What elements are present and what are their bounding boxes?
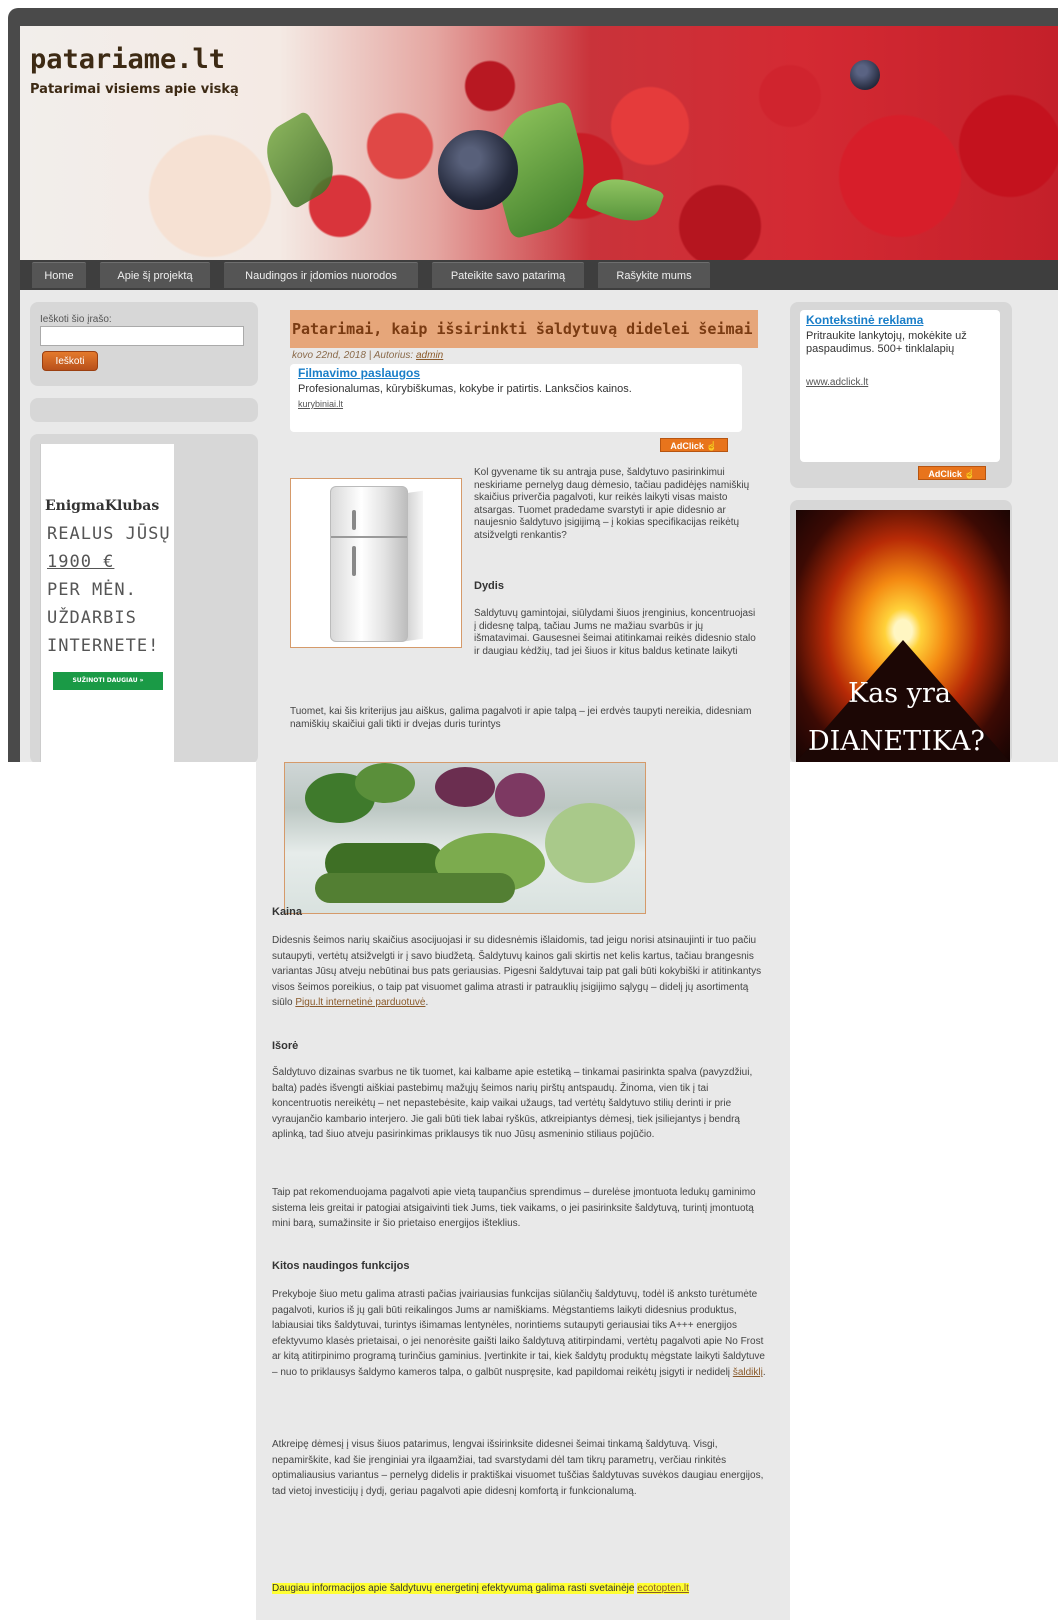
- ad-film-title[interactable]: Filmavimo paslaugos: [298, 366, 420, 380]
- ad-kontekst-url[interactable]: www.adclick.lt: [806, 377, 868, 388]
- saldiklis-link[interactable]: šaldiklį: [733, 1367, 763, 1378]
- heading-kaina: Kaina: [272, 906, 302, 918]
- nav-item-about[interactable]: Apie šį projektą: [100, 262, 210, 288]
- pigu-link[interactable]: Pigu.lt internetinė parduotuvė: [295, 997, 425, 1008]
- ad-enigma-line: INTERNETE!: [47, 636, 160, 656]
- ad-film-text: Profesionalumas, kūrybiškumas, kokybe ir…: [298, 383, 632, 395]
- ad-enigma-banner[interactable]: EnigmaKlubas REALUS JŪSŲ 1900 € PER MĖN.…: [40, 444, 174, 762]
- fridge-handle: [352, 546, 356, 576]
- post-title[interactable]: Patarimai, kaip išsirinkti šaldytuvą did…: [292, 320, 753, 338]
- kitos-text-body: Prekyboje šiuo metu galima atrasti pačia…: [272, 1289, 765, 1378]
- vegetable: [315, 873, 515, 903]
- search-label: Ieškoti šio įrašo:: [40, 314, 112, 325]
- vegetable: [355, 763, 415, 803]
- site-title[interactable]: patariame.lt: [30, 44, 225, 75]
- ad-enigma-line: 1900 €: [47, 552, 115, 572]
- ecotopten-link[interactable]: ecotopten.lt: [637, 1583, 689, 1594]
- banner-blueberry: [438, 130, 518, 210]
- kitos-text: Prekyboje šiuo metu galima atrasti pačia…: [272, 1289, 766, 1378]
- cursor-icon: ☝: [706, 441, 718, 451]
- ad-kontekst-text: Pritraukite lankytojų, mokėkite už paspa…: [806, 330, 967, 355]
- fridge-divider: [331, 536, 407, 538]
- cursor-icon: ☝: [964, 469, 976, 479]
- atkreipe-text: Atkreipę dėmesį į visus šiuos patarimus,…: [272, 1439, 764, 1497]
- post-author-link[interactable]: admin: [416, 350, 443, 361]
- post-meta: kovo 22nd, 2018 | Autorius: admin: [292, 350, 444, 361]
- fridge-body: [330, 486, 408, 642]
- adclick-badge[interactable]: AdClick ☝: [660, 438, 728, 452]
- ad-dianetika-line1: Kas yra: [848, 678, 951, 709]
- site-tagline: Patarimai visiems apie viską: [30, 82, 239, 97]
- isore-text: Šaldytuvo dizainas svarbus ne tik tuomet…: [272, 1067, 753, 1140]
- highlight-paragraph: Daugiau informacijos apie šaldytuvų ener…: [272, 1581, 766, 1597]
- adclick-badge-label: AdClick: [670, 441, 704, 451]
- nav-item-submit-tip[interactable]: Pateikite savo patarimą: [432, 262, 584, 288]
- post-date: kovo 22nd, 2018: [292, 350, 366, 361]
- heading-isore: Išorė: [272, 1040, 299, 1052]
- heading-kitos: Kitos naudingos funkcijos: [272, 1260, 410, 1272]
- dydis-text: Šaldytuvų gamintojai, siūlydami šiuos įr…: [474, 608, 756, 657]
- banner-blueberry-2: [850, 60, 880, 90]
- post-intro: Kol gyvename tik su antrąja puse, šaldyt…: [474, 467, 750, 541]
- adclick-badge-label: AdClick: [928, 469, 962, 479]
- taip-text: Taip pat rekomenduojama pagalvoti apie v…: [272, 1187, 756, 1229]
- search-input[interactable]: [40, 326, 244, 346]
- ad-enigma-line: REALUS JŪSŲ: [47, 524, 171, 544]
- ad-kontekst-title[interactable]: Kontekstinė reklama: [806, 313, 923, 327]
- top-screenshot: patariame.lt Patarimai visiems apie visk…: [0, 0, 1058, 762]
- nav-item-home[interactable]: Home: [32, 262, 86, 288]
- heading-dydis: Dydis: [474, 580, 504, 592]
- adclick-badge[interactable]: AdClick ☝: [918, 466, 986, 480]
- nav-item-links[interactable]: Naudingos ir įdomios nuorodos: [224, 262, 418, 288]
- fridge-handle: [352, 510, 356, 530]
- ad-enigma-line: PER MĖN.: [47, 580, 137, 600]
- search-button[interactable]: Ieškoti: [42, 351, 98, 371]
- vegetable: [435, 767, 495, 807]
- highlight-text: Daugiau informacijos apie šaldytuvų ener…: [272, 1583, 635, 1594]
- ad-film-url[interactable]: kurybiniai.lt: [298, 399, 343, 409]
- vegetable: [545, 803, 635, 883]
- ad-enigma-title: EnigmaKlubas: [45, 498, 160, 514]
- ad-dianetika-line2: DIANETIKA?: [808, 726, 985, 757]
- post-author-prefix: Autorius:: [373, 350, 414, 361]
- vegetable: [495, 773, 545, 817]
- ad-enigma-line: UŽDARBIS: [47, 608, 137, 628]
- ad-enigma-button[interactable]: SUŽINOTI DAUGIAU »: [53, 672, 163, 690]
- empty-widget: [30, 398, 258, 422]
- fridge-vegetables-image: [284, 762, 646, 914]
- kaina-text: Didesnis šeimos narių skaičius asocijuoj…: [272, 935, 762, 1008]
- nav-item-contact[interactable]: Rašykite mums: [598, 262, 710, 288]
- tuomet-text: Tuomet, kai šis kriterijus jau aiškus, g…: [290, 706, 752, 730]
